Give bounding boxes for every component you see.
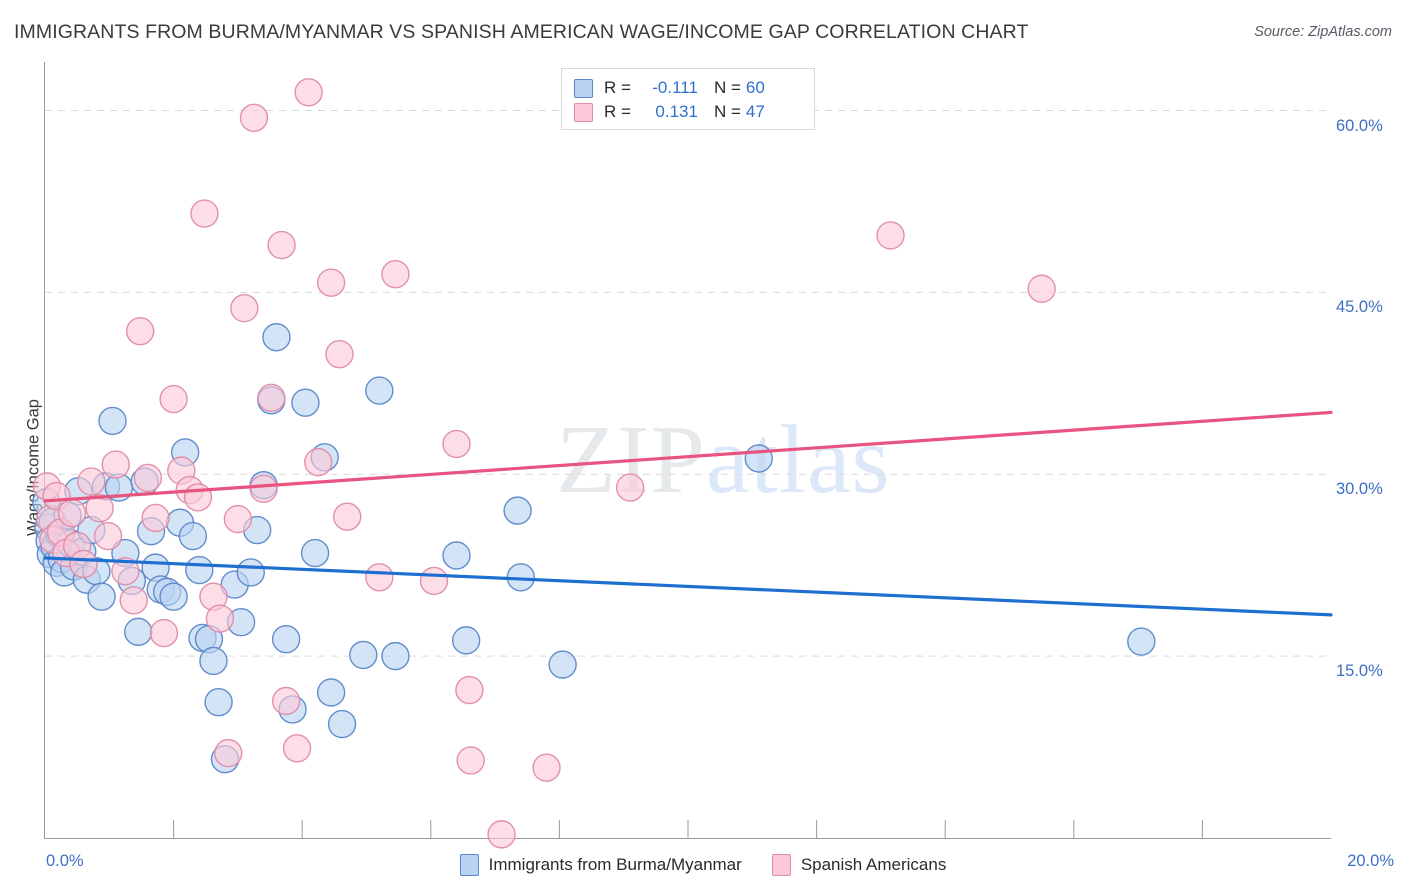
- scatter-point[interactable]: [294, 78, 323, 107]
- scatter-point[interactable]: [93, 521, 123, 551]
- y-tick-label: 60.0%: [1336, 116, 1383, 135]
- scatter-point[interactable]: [442, 541, 471, 570]
- scatter-point[interactable]: [876, 221, 905, 250]
- scatter-point[interactable]: [333, 502, 362, 531]
- scatter-point[interactable]: [159, 582, 188, 611]
- plot-svg: [32, 78, 1333, 849]
- scatter-point[interactable]: [282, 734, 312, 763]
- scatter-point[interactable]: [223, 504, 253, 534]
- stat-color-swatch: [574, 78, 593, 98]
- scatter-point[interactable]: [365, 563, 394, 592]
- legend-item[interactable]: Immigrants from Burma/Myanmar: [459, 854, 742, 876]
- scatter-point[interactable]: [125, 316, 155, 346]
- stat-n-label: N =: [713, 78, 741, 97]
- stat-n-value: 47: [745, 102, 765, 121]
- scatter-point[interactable]: [271, 686, 301, 716]
- legend-item-label: Immigrants from Burma/Myanmar: [488, 855, 742, 874]
- series-points-spanish: [32, 78, 1056, 849]
- plot-area: [32, 62, 1333, 849]
- scatter-point[interactable]: [1127, 627, 1156, 656]
- y-tick-label: 30.0%: [1336, 480, 1383, 499]
- scatter-point[interactable]: [249, 474, 278, 503]
- scatter-point[interactable]: [119, 586, 148, 615]
- scatter-point[interactable]: [214, 738, 243, 768]
- stat-r-label: R =: [604, 78, 631, 97]
- y-tick-label: 45.0%: [1336, 298, 1383, 317]
- scatter-point[interactable]: [141, 503, 170, 533]
- scatter-point[interactable]: [548, 650, 577, 679]
- scatter-point[interactable]: [291, 388, 320, 417]
- x-axis-line: [45, 838, 1331, 839]
- stat-color-swatch: [574, 102, 593, 122]
- scatter-point[interactable]: [262, 323, 291, 352]
- stat-r-label: R =: [604, 102, 631, 121]
- page-title: IMMIGRANTS FROM BURMA/MYANMAR VS SPANISH…: [14, 21, 1029, 43]
- legend-color-swatch: [459, 854, 479, 876]
- scatter-point[interactable]: [532, 753, 561, 782]
- trendline-spanish: [43, 410, 1333, 503]
- scatter-point[interactable]: [205, 604, 235, 633]
- scatter-point[interactable]: [442, 429, 471, 459]
- scatter-point[interactable]: [185, 555, 214, 585]
- legend-item[interactable]: Spanish Americans: [771, 854, 947, 876]
- scatter-point[interactable]: [316, 678, 346, 707]
- scatter-point[interactable]: [267, 230, 296, 260]
- scatter-point[interactable]: [69, 549, 98, 579]
- scatter-point[interactable]: [419, 566, 449, 596]
- scatter-point[interactable]: [744, 444, 773, 473]
- scatter-point[interactable]: [159, 384, 188, 414]
- scatter-point[interactable]: [149, 618, 179, 648]
- stat-n-label: N =: [713, 102, 741, 121]
- scatter-point[interactable]: [349, 640, 378, 670]
- scatter-point[interactable]: [133, 463, 163, 493]
- y-tick-label: 15.0%: [1336, 662, 1383, 681]
- correlation-stats-box: R = -0.111 N = 60 R = 0.131 N = 47: [561, 68, 815, 130]
- scatter-point[interactable]: [77, 467, 106, 496]
- stat-row: R = 0.131 N = 47: [574, 100, 804, 124]
- scatter-point[interactable]: [87, 582, 116, 611]
- correlation-chart: IMMIGRANTS FROM BURMA/MYANMAR VS SPANISH…: [0, 0, 1406, 892]
- scatter-point[interactable]: [239, 103, 269, 132]
- scatter-point[interactable]: [190, 199, 219, 228]
- scatter-point[interactable]: [230, 293, 259, 323]
- scatter-point[interactable]: [304, 447, 333, 477]
- scatter-point[interactable]: [327, 709, 357, 739]
- scatter-point[interactable]: [503, 496, 532, 525]
- scatter-point[interactable]: [98, 406, 127, 436]
- scatter-point[interactable]: [325, 340, 354, 369]
- scatter-point[interactable]: [381, 641, 410, 671]
- scatter-point[interactable]: [204, 688, 233, 717]
- series-legend: Immigrants from Burma/Myanmar Spanish Ame…: [0, 849, 1406, 881]
- scatter-point[interactable]: [615, 473, 645, 502]
- scatter-point[interactable]: [101, 450, 130, 479]
- scatter-point[interactable]: [456, 746, 485, 775]
- stat-r-value: 0.131: [655, 102, 698, 121]
- stat-r-value: -0.111: [652, 78, 698, 97]
- scatter-point[interactable]: [236, 558, 265, 587]
- scatter-point[interactable]: [451, 626, 481, 655]
- scatter-point[interactable]: [1027, 274, 1056, 303]
- scatter-point[interactable]: [257, 383, 286, 413]
- legend-item-label: Spanish Americans: [800, 855, 947, 874]
- scatter-point[interactable]: [381, 259, 410, 289]
- series-points-burma: [32, 323, 1156, 774]
- scatter-point[interactable]: [199, 646, 228, 676]
- legend-color-swatch: [771, 854, 791, 876]
- scatter-point[interactable]: [178, 521, 208, 551]
- scatter-point[interactable]: [124, 617, 153, 647]
- scatter-point[interactable]: [487, 820, 516, 849]
- stat-row: R = -0.111 N = 60: [574, 76, 804, 100]
- source-label: Source: ZipAtlas.com: [1254, 24, 1392, 40]
- scatter-point[interactable]: [316, 268, 346, 297]
- scatter-point[interactable]: [271, 624, 301, 654]
- scatter-point[interactable]: [365, 376, 394, 405]
- stat-n-value: 60: [745, 78, 765, 97]
- scatter-point[interactable]: [455, 675, 484, 705]
- scatter-point[interactable]: [300, 538, 330, 568]
- scatter-point[interactable]: [183, 483, 213, 512]
- scatter-point[interactable]: [57, 498, 87, 528]
